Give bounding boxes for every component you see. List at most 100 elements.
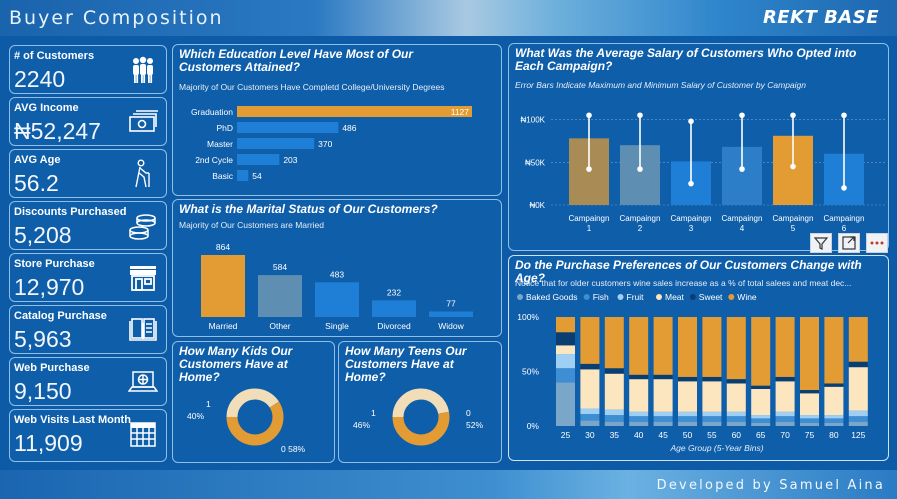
kpi-label: Web Visits Last Month xyxy=(14,414,131,426)
stack-segment xyxy=(800,393,819,416)
error-min-dot xyxy=(739,166,745,172)
legend-label: Fish xyxy=(593,292,609,302)
kpi-value: 12,970 xyxy=(14,274,85,300)
stack-segment xyxy=(556,354,575,369)
kpi-value: 11,909 xyxy=(14,430,83,456)
category-label: 30 xyxy=(585,430,595,440)
data-label: 486 xyxy=(342,123,356,133)
stack-segment xyxy=(653,421,673,426)
calendar-icon xyxy=(130,422,156,447)
kpi-value: 5,963 xyxy=(14,326,72,352)
panel-subtitle: Majority of Our Customers Have Completd … xyxy=(179,82,445,92)
kpi-card-discounts: Discounts Purchased 5,208 xyxy=(9,201,167,250)
kpi-value: 2240 xyxy=(14,66,66,92)
stack-segment xyxy=(775,317,795,377)
stack-segment xyxy=(604,415,624,422)
tick-label: ₦100K xyxy=(521,116,546,125)
slice-label: 0 58% xyxy=(281,444,306,454)
slice-label: 1 xyxy=(371,408,376,418)
filter-icon xyxy=(813,237,829,250)
stack-segment xyxy=(775,376,795,382)
category-label: 60 xyxy=(732,430,742,440)
stack-segment xyxy=(702,376,722,382)
stack-segment xyxy=(556,332,575,346)
error-max-dot xyxy=(586,112,592,119)
legend-marker xyxy=(728,294,735,300)
category-label: Divorced xyxy=(377,321,411,331)
stack-segment xyxy=(580,420,600,426)
error-max-dot xyxy=(637,112,643,119)
kpi-card-visits: Web Visits Last Month 11,909 xyxy=(9,409,167,462)
teens-donut-chart: 146% 0 52% xyxy=(353,388,483,446)
error-max-dot xyxy=(739,112,745,119)
more-options-button[interactable] xyxy=(866,233,888,253)
category-label: 2 xyxy=(638,224,643,233)
stack-segment xyxy=(800,422,819,426)
data-label: 232 xyxy=(387,287,401,297)
category-label: Basic xyxy=(212,171,234,181)
stack-segment xyxy=(848,416,868,422)
stack-segment xyxy=(629,416,649,422)
slice-percent: 52% xyxy=(466,420,483,430)
data-label: 864 xyxy=(216,242,230,252)
stack-segment xyxy=(702,411,722,417)
category-label: 45 xyxy=(658,430,668,440)
tick-label: 50% xyxy=(522,367,539,377)
panel-title: What is the Marital Status of Our Custom… xyxy=(179,202,438,216)
bar xyxy=(237,106,472,117)
stack-segment xyxy=(824,386,844,416)
stack-segment xyxy=(726,421,746,426)
page-title: Buyer Composition xyxy=(9,7,224,29)
stack-segment xyxy=(726,411,746,417)
stack-segment xyxy=(678,317,697,377)
kpi-label: Catalog Purchase xyxy=(14,310,107,322)
legend-label: Wine xyxy=(737,292,757,302)
kpi-label: AVG Income xyxy=(14,102,79,114)
people-icon xyxy=(133,56,153,83)
stack-segment xyxy=(726,379,746,384)
focus-mode-button[interactable] xyxy=(838,233,860,253)
stack-segment xyxy=(824,415,844,419)
stack-segment xyxy=(580,363,600,370)
panel-subtitle: Notice that for older customers wine sal… xyxy=(515,278,852,288)
stack-segment xyxy=(604,373,624,410)
kpi-value: 56.2 xyxy=(14,170,59,196)
purchase-panel[interactable]: Do the Purchase Preferences of Our Custo… xyxy=(508,255,889,461)
error-min-dot xyxy=(637,166,643,172)
category-label: Master xyxy=(207,139,233,149)
stack-segment xyxy=(824,383,844,387)
category-label: Campaingn xyxy=(671,214,712,223)
stack-segment xyxy=(726,383,746,412)
kids-donut-chart: 140% 0 58% xyxy=(187,388,306,454)
stack-segment xyxy=(604,368,624,374)
more-options-icon xyxy=(870,241,884,245)
stack-segment xyxy=(580,414,600,421)
slice-percent: 46% xyxy=(353,420,370,430)
stack-segment xyxy=(751,385,771,389)
category-label: 4 xyxy=(740,224,745,233)
error-max-dot xyxy=(688,118,694,125)
stack-segment xyxy=(629,374,649,380)
category-label: Married xyxy=(209,321,238,331)
bar xyxy=(429,311,473,317)
data-label: 77 xyxy=(446,298,456,308)
stack-segment xyxy=(556,317,575,333)
error-min-dot xyxy=(841,185,847,191)
legend-marker xyxy=(517,294,523,300)
stack-segment xyxy=(604,317,624,369)
stack-segment xyxy=(678,416,697,422)
stack-segment xyxy=(678,381,697,412)
stack-segment xyxy=(580,408,600,415)
legend-marker xyxy=(617,294,624,300)
education-panel: Which Education Level Have Most of Our C… xyxy=(172,44,502,196)
tick-label: 100% xyxy=(517,312,539,322)
salary-panel: What Was the Average Salary of Customers… xyxy=(508,43,889,251)
kpi-card-web: Web Purchase 9,150 xyxy=(9,357,167,406)
category-label: Campaingn xyxy=(824,214,865,223)
category-label: Campaingn xyxy=(773,214,814,223)
bar xyxy=(258,275,302,317)
stack-segment xyxy=(848,317,868,362)
filter-button[interactable] xyxy=(810,233,832,253)
stack-segment xyxy=(824,422,844,426)
stack-segment xyxy=(702,421,722,426)
